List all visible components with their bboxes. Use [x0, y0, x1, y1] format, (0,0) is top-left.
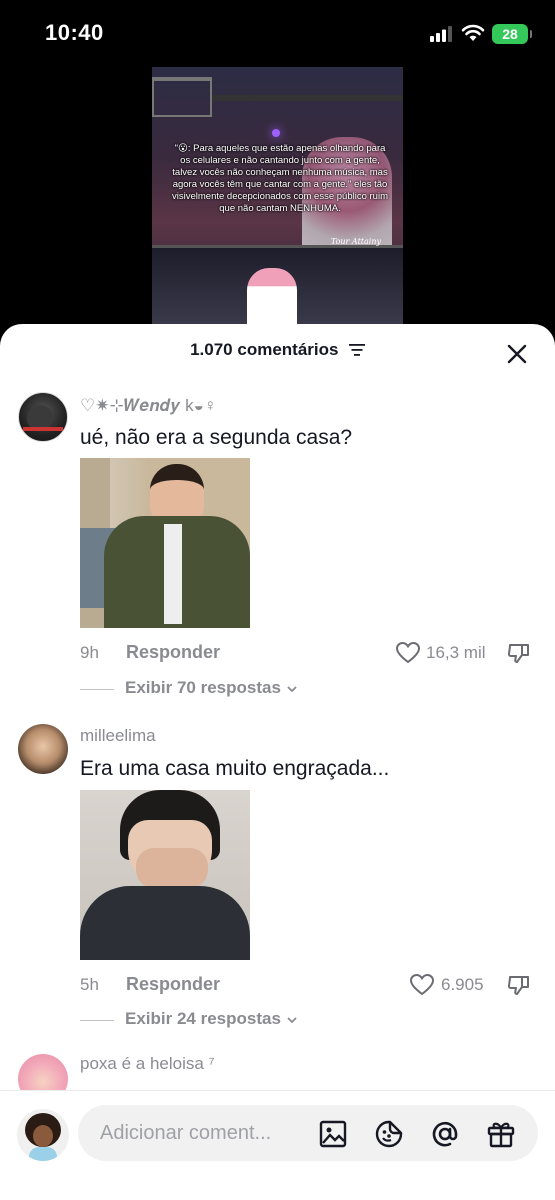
reply-button[interactable]: Responder	[126, 974, 220, 995]
comment-username[interactable]: poxa é a heloisa ⁷	[80, 1054, 215, 1074]
image-icon[interactable]	[318, 1119, 348, 1149]
sort-filter-icon[interactable]	[348, 343, 365, 357]
comments-count: 1.070 comentários	[190, 340, 339, 359]
status-time: 10:40	[45, 20, 104, 45]
cellular-signal-icon	[430, 26, 452, 42]
reply-button[interactable]: Responder	[126, 642, 220, 663]
avatar[interactable]	[18, 724, 68, 774]
comment-time: 9h	[80, 643, 99, 662]
stage-truss	[212, 95, 403, 101]
divider	[80, 689, 114, 690]
gift-icon[interactable]	[486, 1119, 516, 1149]
comment-input-wrapper[interactable]	[78, 1105, 538, 1161]
comment-username[interactable]: ♡✷⊹𝑾𝒆𝒏𝒅𝒚 k◒♀	[80, 396, 217, 416]
comment-item: ♡✷⊹𝑾𝒆𝒏𝒅𝒚 k◒♀ ué, não era a segunda casa?…	[0, 392, 555, 697]
avatar[interactable]	[18, 392, 68, 442]
status-bar: 10:40 28	[0, 0, 555, 66]
like-count: 16,3 mil	[426, 643, 486, 662]
comment-text: ué, não era a segunda casa?	[80, 426, 353, 449]
comment-item: milleelima Era uma casa muito engraçada.…	[0, 724, 555, 1028]
comment-composer	[0, 1090, 555, 1200]
comment-text: Era uma casa muito engraçada...	[80, 757, 390, 780]
video-player[interactable]: "😮: Para aqueles que estão apenas olhand…	[152, 67, 403, 325]
dislike-icon[interactable]	[507, 973, 531, 997]
comment-image[interactable]	[80, 458, 250, 628]
stage-screen	[152, 245, 403, 325]
divider	[80, 1020, 114, 1021]
comments-sheet: 1.070 comentários ♡✷⊹𝑾𝒆𝒏𝒅𝒚 k◒♀ ué, não e…	[0, 324, 555, 1200]
view-replies-button[interactable]: Exibir 70 respostas	[125, 678, 298, 698]
chevron-down-icon	[287, 685, 297, 692]
view-replies-button[interactable]: Exibir 24 respostas	[125, 1009, 298, 1029]
comments-header: 1.070 comentários	[0, 340, 555, 370]
user-avatar[interactable]	[17, 1109, 69, 1161]
close-icon[interactable]	[505, 342, 529, 366]
dislike-icon[interactable]	[507, 641, 531, 665]
mention-icon[interactable]	[430, 1119, 460, 1149]
comment-input[interactable]	[100, 1105, 300, 1161]
comment-time: 5h	[80, 975, 99, 994]
emoji-sticker-icon[interactable]	[374, 1119, 404, 1149]
view-replies-label: Exibir 24 respostas	[125, 1009, 281, 1028]
comment-username[interactable]: milleelima	[80, 726, 156, 746]
heart-icon[interactable]	[396, 642, 420, 664]
video-caption-overlay: "😮: Para aqueles que estão apenas olhand…	[172, 143, 388, 214]
heart-icon[interactable]	[410, 974, 434, 996]
stage-light	[272, 129, 280, 137]
like-count: 6.905	[441, 975, 484, 994]
chevron-down-icon	[287, 1016, 297, 1023]
wifi-icon	[461, 24, 485, 41]
stage-rig	[152, 77, 212, 117]
view-replies-label: Exibir 70 respostas	[125, 678, 281, 697]
battery-indicator: 28	[492, 24, 532, 44]
comment-item: poxa é a heloisa ⁷	[0, 1052, 555, 1104]
comment-image[interactable]	[80, 790, 250, 960]
video-watermark: Tour Attainy	[330, 237, 381, 246]
